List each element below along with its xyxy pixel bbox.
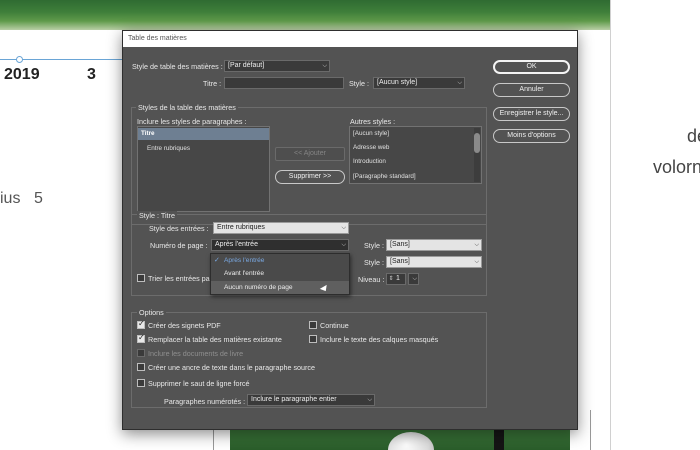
menu-item-after-entry[interactable]: ✓ Après l'entrée — [211, 254, 349, 267]
list-item[interactable]: Introduction — [350, 156, 481, 168]
document-left-number: 5 — [34, 190, 43, 207]
chevron-down-icon: ⌵ — [367, 397, 372, 403]
menu-item-label: Aucun numéro de page — [224, 284, 293, 291]
create-anchor-checkbox[interactable] — [137, 363, 145, 371]
title-style-label: Style : — [349, 79, 369, 88]
create-pdf-bookmarks-checkbox[interactable] — [137, 319, 145, 329]
page-number-style-dropdown[interactable]: [Sans] ⌵ — [386, 239, 482, 251]
numbered-paragraphs-value: Inclure le paragraphe entier — [251, 396, 337, 403]
guide-handle[interactable] — [16, 56, 23, 63]
document-right-fragment: de — [687, 126, 700, 146]
remove-style-button[interactable]: Supprimer >> — [275, 170, 345, 184]
between-style-label: Style : — [364, 258, 384, 267]
list-item[interactable]: Titre — [138, 128, 269, 140]
level-value: 1 — [396, 275, 400, 282]
save-style-button[interactable]: Enregistrer le style... — [493, 107, 570, 121]
toc-style-value: [Par défaut] — [228, 62, 265, 69]
level-dropdown[interactable]: ⌵ — [408, 273, 419, 285]
run-in-label: Continue — [320, 321, 349, 330]
other-styles-label: Autres styles : — [350, 117, 396, 126]
chevron-down-icon: ⌵ — [474, 259, 479, 265]
numbered-paragraphs-label: Paragraphes numérotés : — [164, 397, 246, 406]
page-number-label: Numéro de page : — [150, 241, 208, 250]
list-item[interactable]: Entre rubriques — [138, 143, 269, 155]
create-anchor-label: Créer une ancre de texte dans le paragra… — [148, 363, 316, 372]
include-book-docs-label: Inclure les documents de livre — [148, 349, 244, 358]
chevron-down-icon: ⌵ — [341, 242, 346, 248]
chevron-down-icon: ⌵ — [474, 242, 479, 248]
page-number-style-label: Style : — [364, 241, 384, 250]
document-right-fragment-2: volorn — [653, 157, 700, 177]
sort-entries-label: Trier les entrées par — [148, 274, 213, 283]
ok-button[interactable]: OK — [493, 60, 570, 74]
page-edge — [610, 0, 611, 450]
run-in-checkbox[interactable] — [309, 321, 317, 329]
title-input[interactable] — [224, 77, 344, 89]
between-style-dropdown[interactable]: [Sans] ⌵ — [386, 256, 482, 268]
list-item[interactable]: [Paragraphe standard] — [350, 171, 481, 183]
cancel-button[interactable]: Annuler — [493, 83, 570, 97]
page-number-dropdown[interactable]: Après l'entrée ⌵ — [211, 239, 349, 251]
options-header: Options — [137, 308, 166, 317]
chevron-down-icon: ⌵ — [412, 276, 417, 282]
checkmark-icon: ✓ — [214, 257, 220, 264]
document-number-text: 3 — [87, 66, 96, 83]
create-pdf-bookmarks-label: Créer des signets PDF — [148, 321, 221, 330]
page-number-style-value: [Sans] — [390, 241, 410, 248]
toc-style-label: Style de table des matières : — [132, 62, 223, 71]
page-frame-right — [590, 410, 591, 450]
chevron-down-icon: ⌵ — [341, 225, 346, 231]
stepper-icon[interactable]: ⇕ — [387, 273, 395, 285]
page-number-value: Après l'entrée — [215, 241, 258, 248]
entry-style-dropdown[interactable]: Entre rubriques ⌵ — [213, 222, 349, 234]
replace-existing-checkbox[interactable] — [137, 333, 145, 343]
include-hidden-layers-checkbox[interactable] — [309, 335, 317, 343]
entry-style-label: Style des entrées : — [149, 224, 209, 233]
level-input[interactable]: ⇕ 1 — [386, 273, 406, 285]
menu-item-label: Après l'entrée — [224, 257, 265, 264]
title-style-value: [Aucun style] — [377, 79, 418, 86]
included-styles-list[interactable]: Titre Entre rubriques — [137, 126, 270, 212]
between-style-value: [Sans] — [390, 258, 410, 265]
other-styles-list[interactable]: [Aucun style] Adresse web Introduction [… — [349, 126, 482, 184]
entry-style-value: Entre rubriques — [217, 224, 265, 231]
document-header-image — [0, 0, 610, 30]
list-item[interactable]: Adresse web — [350, 142, 481, 154]
numbered-paragraphs-dropdown[interactable]: Inclure le paragraphe entier ⌵ — [247, 394, 375, 406]
title-label: Titre : — [203, 79, 222, 88]
entry-style-header: Style : Titre — [137, 211, 177, 220]
flag-pin-image — [494, 428, 504, 450]
remove-line-break-label: Supprimer le saut de ligne forcé — [148, 379, 250, 388]
sort-entries-checkbox[interactable] — [137, 274, 145, 282]
chevron-down-icon: ⌵ — [322, 63, 327, 69]
title-style-dropdown[interactable]: [Aucun style] ⌵ — [373, 77, 465, 89]
include-hidden-layers-label: Inclure le texte des calques masqués — [320, 335, 439, 344]
fewer-options-button[interactable]: Moins d'options — [493, 129, 570, 143]
menu-item-label: Avant l'entrée — [224, 270, 264, 277]
list-item[interactable]: [Aucun style] — [350, 128, 481, 140]
remove-line-break-checkbox[interactable] — [137, 379, 145, 387]
level-label: Niveau : — [358, 275, 385, 284]
document-year-text: 2019 — [4, 66, 40, 83]
toc-style-dropdown[interactable]: [Par défaut] ⌵ — [224, 60, 330, 72]
dialog-titlebar[interactable]: Table des matières — [123, 31, 577, 47]
include-book-docs-checkbox[interactable] — [137, 349, 145, 357]
document-left-fragment: ius — [0, 190, 21, 207]
toc-styles-group-label: Styles de la table des matières — [136, 103, 238, 112]
add-style-button[interactable]: << Ajouter — [275, 147, 345, 161]
scrollbar-thumb[interactable] — [474, 133, 480, 153]
include-styles-label: Inclure les styles de paragraphes : — [137, 117, 247, 126]
toc-dialog: Table des matières Style de table des ma… — [122, 30, 578, 430]
replace-existing-label: Remplacer la table des matières existant… — [148, 335, 282, 344]
chevron-down-icon: ⌵ — [457, 80, 462, 86]
menu-item-before-entry[interactable]: Avant l'entrée — [211, 267, 349, 280]
